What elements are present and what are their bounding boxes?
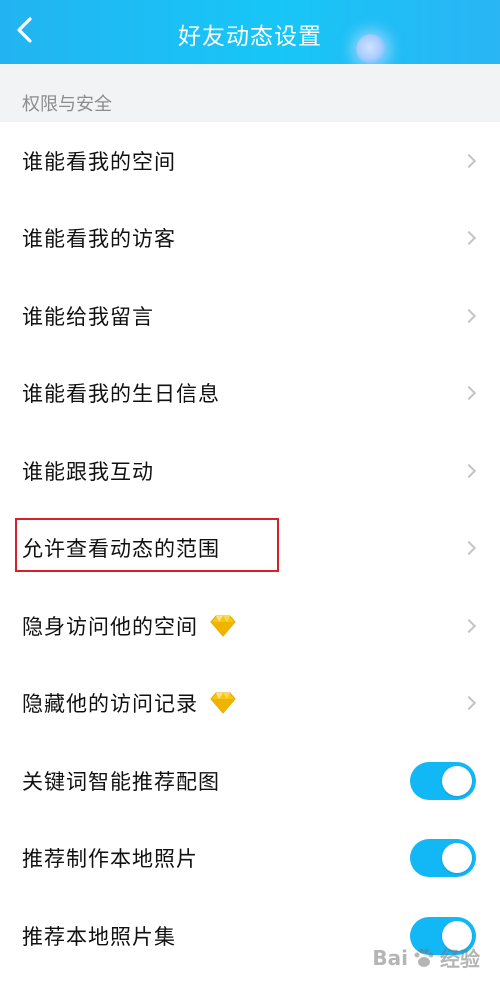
- setting-label: 关键词智能推荐配图: [22, 769, 220, 794]
- chevron-right-icon: [461, 618, 477, 633]
- setting-label: 推荐制作本地照片: [22, 847, 198, 872]
- setting-label: 谁能看我的生日信息: [22, 382, 220, 407]
- setting-label: 隐身访问他的空间: [22, 614, 198, 639]
- setting-label: 隐藏他的访问记录: [22, 692, 198, 717]
- setting-who-can-view-visitors[interactable]: 谁能看我的访客: [0, 200, 500, 278]
- watermark: Bai 经验: [372, 943, 480, 972]
- setting-label: 推荐本地照片集: [22, 924, 176, 949]
- setting-who-can-view-space[interactable]: 谁能看我的空间: [0, 122, 500, 200]
- chevron-right-icon: [461, 696, 477, 711]
- setting-label: 谁能给我留言: [22, 304, 154, 329]
- chevron-right-icon: [461, 386, 477, 401]
- chevron-right-icon: [461, 463, 477, 478]
- setting-feed-visibility-range[interactable]: 允许查看动态的范围: [0, 510, 500, 588]
- paw-icon: [414, 948, 434, 967]
- section-header: 权限与安全: [0, 64, 500, 122]
- toggle-knob: [442, 843, 472, 874]
- setting-who-can-interact[interactable]: 谁能跟我互动: [0, 432, 500, 510]
- setting-hide-visit-record[interactable]: 隐藏他的访问记录: [0, 665, 500, 743]
- toggle-switch[interactable]: [410, 839, 476, 878]
- setting-label: 允许查看动态的范围: [22, 537, 220, 562]
- diamond-icon: [210, 692, 236, 715]
- setting-label: 谁能看我的访客: [22, 227, 176, 252]
- chevron-right-icon: [461, 153, 477, 168]
- watermark-text-2: 经验: [440, 947, 480, 971]
- setting-who-can-leave-message[interactable]: 谁能给我留言: [0, 277, 500, 355]
- page-title: 好友动态设置: [178, 24, 322, 50]
- settings-list: 谁能看我的空间 谁能看我的访客 谁能给我留言 谁能看我的生日信息 谁能跟我互动 …: [0, 122, 500, 975]
- setting-recommend-local-photos: 推荐制作本地照片: [0, 820, 500, 898]
- setting-label: 谁能看我的空间: [22, 149, 176, 174]
- app-header: 好友动态设置: [0, 0, 500, 64]
- chevron-right-icon: [461, 541, 477, 556]
- chevron-right-icon: [461, 308, 477, 323]
- setting-invisible-visit[interactable]: 隐身访问他的空间: [0, 587, 500, 665]
- chevron-right-icon: [461, 231, 477, 246]
- setting-label-wrap: 隐身访问他的空间: [22, 611, 238, 641]
- setting-who-can-view-birthday[interactable]: 谁能看我的生日信息: [0, 355, 500, 433]
- toggle-switch[interactable]: [410, 761, 476, 800]
- setting-keyword-smart-image: 关键词智能推荐配图: [0, 742, 500, 820]
- watermark-text: Bai: [372, 945, 408, 970]
- setting-label: 谁能跟我互动: [22, 459, 154, 484]
- floating-dot: [356, 34, 386, 64]
- toggle-knob: [442, 765, 472, 796]
- setting-label-wrap: 隐藏他的访问记录: [22, 688, 238, 718]
- section-title: 权限与安全: [22, 94, 112, 115]
- diamond-icon: [210, 615, 236, 637]
